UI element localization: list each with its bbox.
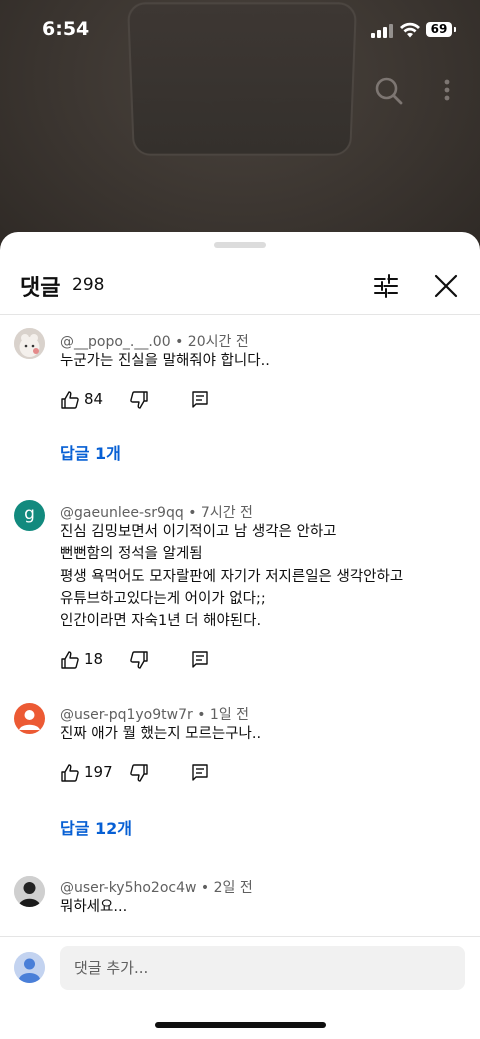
composer-divider: [0, 936, 480, 937]
avatar[interactable]: g: [14, 500, 45, 531]
comment-line: 인간이라면 자숙1년 더 해야된다.: [60, 613, 262, 630]
avatar[interactable]: [14, 876, 45, 907]
comment-text: 진짜 애가 뭘 했는지 모르는구나..: [60, 723, 261, 745]
comment-line: 유튜브하고있다는게 어이가 없다;;: [60, 590, 266, 607]
comment-text: 뭐하세요...: [60, 896, 127, 918]
comment-time: 1일 전: [209, 707, 250, 723]
header-divider: [0, 314, 480, 315]
comment-time: 2일 전: [213, 880, 253, 896]
comment-meta: @user-ky5ho2oc4w • 2일 전: [60, 877, 253, 897]
user-avatar[interactable]: [14, 952, 45, 983]
comment-line: 진심 김밍보면서 이기적이고 남 생각은 안하고: [60, 524, 337, 540]
like-icon[interactable]: [60, 763, 80, 783]
reply-icon[interactable]: [190, 763, 210, 783]
avatar[interactable]: [14, 703, 45, 734]
comments-title: 댓글: [20, 276, 61, 301]
drag-handle[interactable]: [214, 242, 266, 248]
comment-text: 누군가는 진실을 말해줘야 합니다..: [60, 350, 270, 372]
separator-dot: •: [188, 505, 197, 521]
status-time: 6:54: [42, 18, 90, 40]
like-icon[interactable]: [60, 390, 80, 410]
separator-dot: •: [200, 880, 210, 896]
wifi-icon: [400, 22, 420, 38]
comment-line: 진짜 애가 뭘 했는지 모르는구나..: [60, 726, 262, 742]
more-options-icon[interactable]: [440, 78, 454, 104]
comment-author[interactable]: @user-pq1yo9tw7r: [60, 707, 193, 723]
separator-dot: •: [197, 707, 206, 723]
comment-author[interactable]: @__popo_.__.00: [60, 334, 171, 350]
separator-dot: •: [175, 334, 184, 350]
signal-icon: [371, 24, 393, 38]
comment-input[interactable]: [60, 946, 465, 990]
comment-time: 7시간 전: [200, 505, 253, 521]
comment-author[interactable]: @user-ky5ho2oc4w: [60, 880, 196, 896]
like-count: 18: [84, 650, 104, 668]
comment-line: 뻔뻔함의 정석을 알게됨: [60, 546, 203, 563]
comment-line: 누군가는 진실을 말해줘야 합니다..: [60, 353, 270, 369]
comment-line: 뭐하세요...: [60, 899, 128, 915]
replies-link[interactable]: 답글 12개: [60, 815, 132, 839]
comment-meta: @gaeunlee-sr9qq • 7시간 전: [60, 502, 253, 522]
reply-icon[interactable]: [190, 390, 210, 410]
dislike-icon[interactable]: [129, 763, 149, 783]
comment-text: 진심 김밍보면서 이기적이고 남 생각은 안하고 뻔뻔함의 정석을 알게됨 평생…: [60, 521, 403, 632]
comment-time: 20시간 전: [187, 334, 249, 350]
search-icon[interactable]: [374, 76, 404, 106]
replies-link[interactable]: 답글 1개: [60, 440, 121, 464]
like-count: 197: [84, 763, 113, 781]
battery-icon: 69: [426, 22, 456, 37]
comment-meta: @user-pq1yo9tw7r • 1일 전: [60, 704, 249, 724]
dislike-icon[interactable]: [129, 390, 149, 410]
comment-author[interactable]: @gaeunlee-sr9qq: [60, 505, 184, 521]
comments-count: 298: [72, 275, 105, 295]
comment-line: 평생 욕먹어도 모자랄판에 자기가 저지른일은 생각안하고: [60, 568, 404, 585]
close-icon[interactable]: [432, 272, 460, 300]
filter-icon[interactable]: [372, 272, 400, 300]
status-bar: 6:54 69: [0, 0, 480, 60]
reply-icon[interactable]: [190, 650, 210, 670]
dislike-icon[interactable]: [129, 650, 149, 670]
like-count: 84: [84, 390, 104, 408]
home-indicator[interactable]: [155, 1022, 326, 1028]
like-icon[interactable]: [60, 650, 80, 670]
comment-meta: @__popo_.__.00 • 20시간 전: [60, 331, 249, 351]
avatar[interactable]: [14, 328, 45, 359]
